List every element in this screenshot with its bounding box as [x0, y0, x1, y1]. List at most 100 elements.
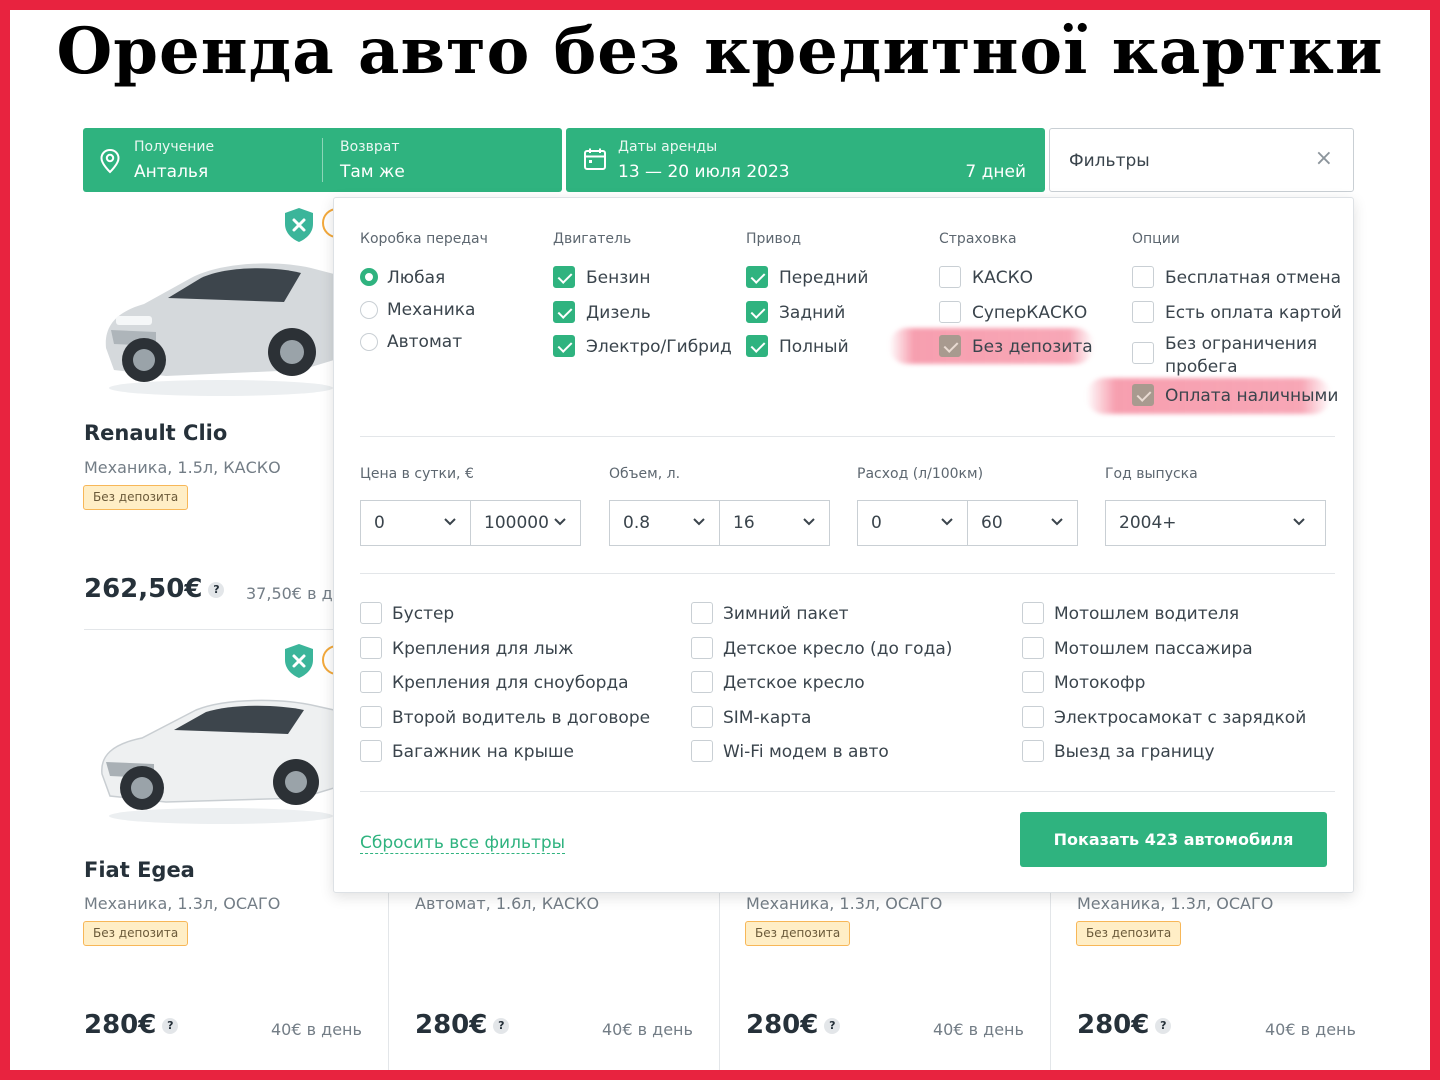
volume-min-select[interactable]: 0.8 — [609, 500, 720, 546]
help-icon[interactable]: ? — [493, 1017, 510, 1034]
per-day-price: 40€ в день — [602, 1020, 693, 1039]
checkbox-unlimited-mileage[interactable] — [1132, 342, 1154, 364]
checkbox-extra[interactable] — [691, 671, 713, 693]
year-select[interactable]: 2004+ — [1105, 500, 1326, 546]
dates-label: Даты аренды — [618, 139, 718, 155]
help-icon[interactable]: ? — [824, 1017, 841, 1034]
checkbox-card-payment[interactable] — [1132, 301, 1154, 323]
help-icon[interactable]: ? — [162, 1017, 179, 1034]
checkbox-extra[interactable] — [1022, 706, 1044, 728]
checkbox-kasko[interactable] — [939, 266, 961, 288]
per-day-price: 37,50€ в д — [246, 584, 333, 603]
checkbox-extra[interactable] — [1022, 602, 1044, 624]
option-label: Оплата наличными — [1165, 386, 1339, 406]
option-label: Автомат — [387, 332, 463, 352]
extra-label: SIM-карта — [723, 708, 812, 728]
car-price-value: 262,50€ — [84, 574, 203, 604]
close-icon[interactable]: × — [1315, 146, 1333, 171]
help-icon[interactable]: ? — [1155, 1017, 1172, 1034]
location-pin-icon — [100, 148, 120, 174]
option-label: Задний — [779, 303, 846, 323]
radio-manual[interactable] — [360, 301, 378, 319]
price-max-select[interactable]: 100000 — [470, 500, 581, 546]
radio-automatic[interactable] — [360, 333, 378, 351]
checkbox-free-cancellation[interactable] — [1132, 266, 1154, 288]
checkbox-super-kasko[interactable] — [939, 301, 961, 323]
engine-heading: Двигатель — [553, 231, 632, 247]
return-value: Там же — [340, 162, 405, 182]
dates-field[interactable]: Даты аренды 13 — 20 июля 2023 7 дней — [566, 128, 1045, 192]
car-spec: Механика, 1.3л, ОСАГО — [1077, 894, 1274, 913]
checkbox-cash-payment[interactable] — [1132, 384, 1154, 406]
checkbox-extra[interactable] — [691, 706, 713, 728]
volume-max-select[interactable]: 16 — [719, 500, 830, 546]
radio-any[interactable] — [360, 268, 378, 286]
extra-label: Детское кресло (до года) — [723, 639, 953, 659]
show-results-button[interactable]: Показать 423 автомобиля — [1020, 812, 1327, 867]
car-price-value: 280€ — [84, 1010, 157, 1040]
checkbox-extra[interactable] — [360, 602, 382, 624]
checkbox-all-wheel-drive[interactable] — [746, 335, 768, 357]
consumption-min-select[interactable]: 0 — [857, 500, 968, 546]
location-field[interactable]: Получение Анталья Возврат Там же — [83, 128, 562, 192]
car-name[interactable]: Fiat Egea — [84, 858, 195, 882]
car-spec: Механика, 1.3л, ОСАГО — [746, 894, 943, 913]
checkbox-front-drive[interactable] — [746, 266, 768, 288]
options-heading: Опции — [1132, 231, 1180, 247]
help-icon[interactable]: ? — [208, 581, 225, 598]
car-spec: Механика, 1.5л, КАСКО — [84, 458, 281, 477]
car-price: 280€? — [1077, 1010, 1172, 1040]
return-label: Возврат — [340, 139, 400, 155]
drive-heading: Привод — [746, 231, 802, 247]
checkbox-no-deposit[interactable] — [939, 335, 961, 357]
option-label: Без ограничения пробега — [1165, 334, 1318, 377]
option-label: Дизель — [586, 303, 651, 323]
no-deposit-badge: Без депозита — [83, 921, 189, 946]
extra-label: Второй водитель в договоре — [392, 708, 651, 728]
select-value: 16 — [733, 513, 755, 533]
checkbox-extra[interactable] — [360, 706, 382, 728]
card-divider — [719, 893, 720, 1070]
car-price-value: 280€ — [1077, 1010, 1150, 1040]
checkbox-extra[interactable] — [1022, 740, 1044, 762]
year-heading: Год выпуска — [1105, 466, 1198, 482]
checkbox-extra[interactable] — [691, 637, 713, 659]
chevron-down-icon — [444, 518, 456, 526]
option-label: Бензин — [586, 268, 651, 288]
checkbox-extra[interactable] — [360, 740, 382, 762]
reset-filters-link[interactable]: Сбросить все фильтры — [360, 833, 566, 854]
car-price: 280€? — [84, 1010, 179, 1040]
consumption-max-select[interactable]: 60 — [967, 500, 1078, 546]
car-price: 280€? — [415, 1010, 510, 1040]
checkbox-extra[interactable] — [1022, 637, 1044, 659]
car-spec: Механика, 1.3л, ОСАГО — [84, 894, 281, 913]
checkbox-electric-hybrid[interactable] — [553, 335, 575, 357]
checkbox-petrol[interactable] — [553, 266, 575, 288]
select-value: 0 — [871, 513, 882, 533]
price-min-select[interactable]: 0 — [360, 500, 471, 546]
checkbox-rear-drive[interactable] — [746, 301, 768, 323]
checkbox-extra[interactable] — [360, 671, 382, 693]
select-value: 0.8 — [623, 513, 651, 533]
checkbox-extra[interactable] — [360, 637, 382, 659]
car-spec: Автомат, 1.6л, КАСКО — [415, 894, 600, 913]
extra-label: Мотошлем пассажира — [1054, 639, 1253, 659]
checkbox-diesel[interactable] — [553, 301, 575, 323]
chevron-down-icon — [554, 518, 566, 526]
checkbox-extra[interactable] — [691, 602, 713, 624]
car-name[interactable]: Renault Clio — [84, 421, 227, 445]
car-price-value: 280€ — [415, 1010, 488, 1040]
checkbox-extra[interactable] — [1022, 671, 1044, 693]
select-value: 100000 — [484, 513, 549, 533]
chevron-down-icon — [1293, 518, 1305, 526]
dates-value: 13 — 20 июля 2023 — [618, 162, 790, 182]
option-label: Электро/Гибрид — [586, 337, 732, 357]
extra-label: Мотошлем водителя — [1054, 604, 1240, 624]
insurance-heading: Страховка — [939, 231, 1017, 247]
filters-toggle[interactable]: Фильтры × — [1049, 128, 1354, 192]
option-label: Полный — [779, 337, 849, 357]
card-divider — [1050, 893, 1051, 1070]
checkbox-extra[interactable] — [691, 740, 713, 762]
no-deposit-badge: Без депозита — [745, 921, 851, 946]
option-label: Любая — [387, 268, 446, 288]
